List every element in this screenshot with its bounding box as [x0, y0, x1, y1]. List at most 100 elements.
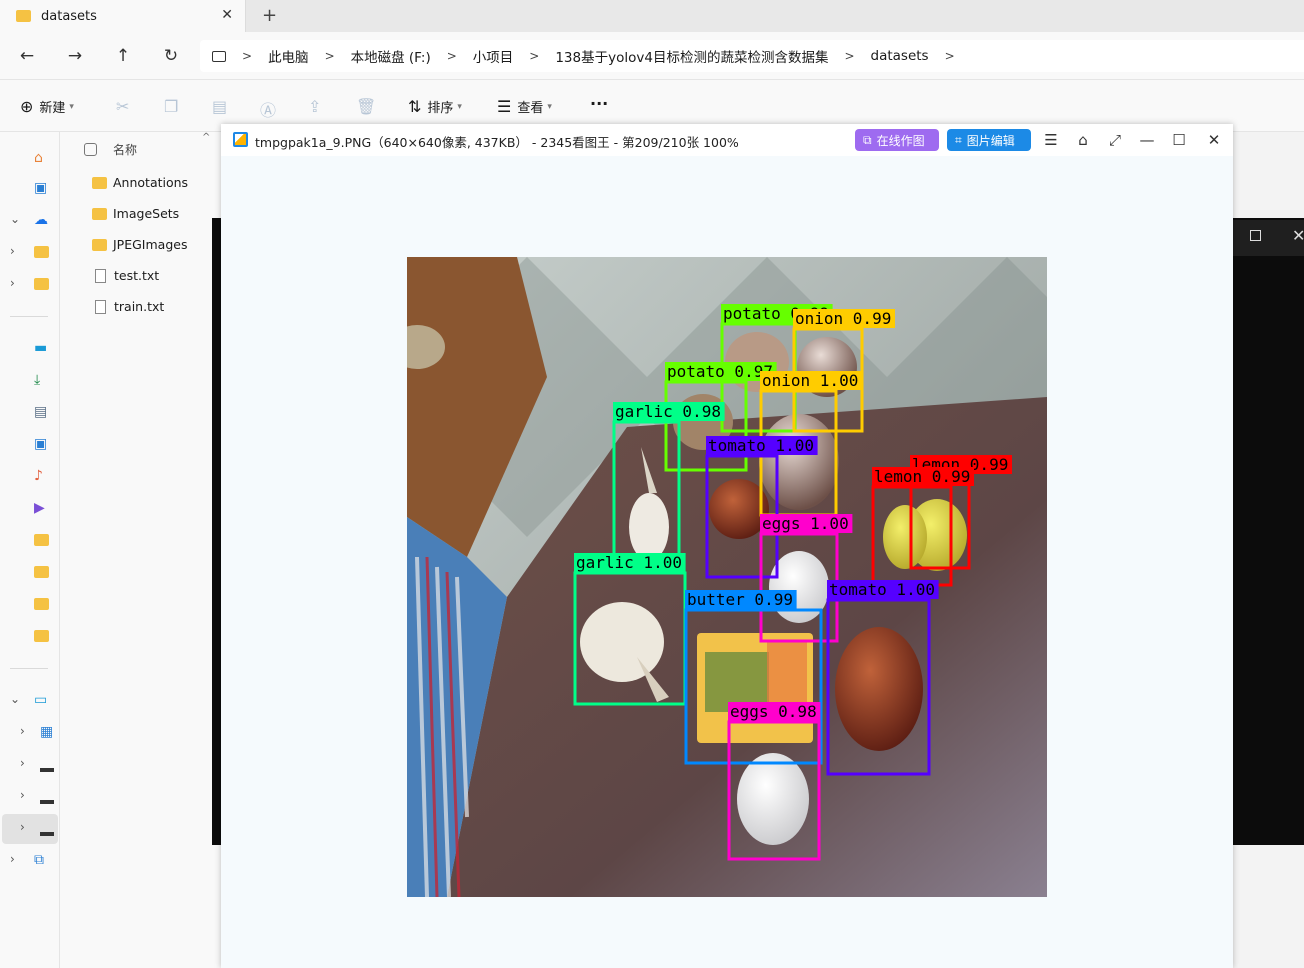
new-button[interactable]: ⊕ 新建 ▾ — [20, 97, 74, 116]
select-all-checkbox[interactable] — [84, 143, 97, 156]
chevron-right-icon[interactable]: > — [945, 49, 955, 63]
breadcrumb-drive-f[interactable]: 本地磁盘 (F:) — [351, 46, 431, 66]
drive-icon[interactable] — [40, 760, 56, 776]
back-arrow-icon[interactable]: ← — [16, 45, 38, 67]
detection-image[interactable]: potato 0.99 onion 0.99 potato 0.97 onion 1.… — [407, 257, 1047, 897]
detection-label: onion 0.99 — [795, 309, 891, 328]
monitor-icon — [212, 50, 226, 62]
text-file-icon — [95, 268, 106, 283]
skin-icon[interactable]: ⌂ — [1073, 130, 1093, 150]
view-label: 查看 — [517, 101, 544, 116]
text-file-icon — [95, 299, 106, 314]
chevron-right-icon[interactable]: › — [20, 788, 25, 802]
maximize-icon[interactable]: ☐ — [1169, 130, 1189, 150]
close-icon[interactable]: ✕ — [1204, 130, 1224, 150]
delete-button[interactable]: 🗑 — [356, 97, 382, 116]
rename-button[interactable]: Ⓐ — [260, 97, 282, 121]
breadcrumb-datasets[interactable]: datasets — [871, 48, 929, 64]
list-item[interactable]: JPEGImages — [92, 237, 187, 252]
butter-box — [697, 633, 813, 743]
chevron-right-icon[interactable]: › — [10, 244, 15, 258]
garlic — [580, 602, 664, 682]
viewer-title: tmpgpak1a_9.PNG（640×640像素, 437KB） - 2345… — [255, 135, 739, 150]
detection-label: garlic 1.00 — [576, 553, 682, 572]
desktop-icon[interactable]: ▬ — [34, 340, 50, 356]
gallery-icon[interactable]: ▣ — [34, 180, 50, 196]
breadcrumb-project[interactable]: 138基于yolov4目标检测的蔬菜检测含数据集 — [555, 46, 828, 66]
cut-button[interactable]: ✂ — [116, 97, 135, 116]
network-icon[interactable]: ⧉ — [34, 852, 50, 868]
sort-icon: ⇅ — [408, 97, 422, 116]
close-icon[interactable]: ✕ — [1292, 226, 1304, 245]
folder-icon[interactable] — [34, 246, 50, 262]
trash-icon: 🗑 — [356, 97, 377, 116]
name-column-header[interactable]: 名称 — [84, 141, 137, 158]
list-item[interactable]: Annotations — [92, 175, 188, 190]
chevron-right-icon: > — [324, 49, 335, 63]
documents-icon[interactable]: ▤ — [34, 404, 50, 420]
music-icon[interactable]: ♪ — [34, 468, 50, 484]
chevron-right-icon[interactable]: › — [20, 756, 25, 770]
menu-icon[interactable]: ☰ — [1041, 130, 1061, 150]
this-pc-icon[interactable]: ▭ — [34, 692, 50, 708]
up-arrow-icon[interactable]: ↑ — [112, 45, 134, 67]
pictures-icon[interactable]: ▣ — [34, 436, 50, 452]
forward-arrow-icon[interactable]: → — [64, 45, 86, 67]
more-options-button[interactable]: ··· — [590, 94, 608, 113]
refresh-icon[interactable]: ↻ — [160, 45, 182, 67]
chevron-right-icon: > — [242, 49, 253, 63]
folder-icon[interactable] — [34, 278, 50, 294]
share-button[interactable]: ⇪ — [308, 97, 327, 116]
minimize-icon[interactable]: — — [1137, 130, 1157, 150]
system-drive-icon[interactable]: ▦ — [40, 724, 56, 740]
sort-caret-icon: ^ — [202, 132, 211, 143]
chevron-down-icon[interactable]: ⌄ — [10, 692, 20, 706]
folder-icon[interactable] — [34, 598, 50, 614]
breadcrumb[interactable]: > 此电脑 > 本地磁盘 (F:) > 小项目 > 138基于yolov4目标检… — [200, 40, 1304, 72]
drive-icon[interactable] — [40, 792, 56, 808]
chevron-right-icon[interactable]: › — [10, 276, 15, 290]
paste-button[interactable]: ▤ — [212, 97, 233, 116]
file-name: JPEGImages — [113, 237, 188, 252]
view-button[interactable]: ☰ 查看 ▾ — [497, 97, 552, 116]
drive-icon[interactable] — [40, 824, 56, 840]
tab-datasets[interactable]: datasets ✕ — [0, 0, 246, 32]
file-list: ^ 名称 Annotations ImageSets JPEGImages te… — [60, 132, 230, 968]
breadcrumb-small-projects[interactable]: 小项目 — [473, 46, 514, 66]
fullscreen-icon[interactable]: ⤢ — [1105, 130, 1125, 150]
videos-icon[interactable]: ▶ — [34, 500, 50, 516]
detection-label: tomato 1.00 — [708, 436, 814, 455]
copy-icon: ❐ — [164, 97, 179, 116]
chevron-right-icon[interactable]: › — [20, 724, 25, 738]
onedrive-icon[interactable]: ☁ — [34, 212, 50, 228]
detection-label: eggs 0.98 — [730, 702, 817, 721]
image-edit-button[interactable]: ⌗ 图片编辑 — [947, 129, 1031, 151]
copy-button[interactable]: ❐ — [164, 97, 184, 116]
maximize-icon[interactable] — [1250, 230, 1261, 241]
file-name: test.txt — [114, 268, 160, 283]
chevron-right-icon[interactable]: › — [20, 820, 25, 834]
home-icon[interactable]: ⌂ — [34, 150, 50, 166]
folder-icon[interactable] — [34, 630, 50, 646]
terminal-title-controls: ✕ — [1230, 220, 1304, 256]
download-icon[interactable]: ⤓ — [34, 372, 50, 388]
new-tab-icon[interactable]: + — [262, 5, 277, 26]
onion — [759, 414, 839, 510]
chevron-down-icon: ▾ — [547, 101, 552, 112]
sort-button[interactable]: ⇅ 排序 ▾ — [408, 97, 462, 116]
list-item[interactable]: train.txt — [95, 299, 164, 314]
close-tab-icon[interactable]: ✕ — [221, 7, 233, 23]
folder-icon[interactable] — [34, 566, 50, 582]
list-item[interactable]: ImageSets — [92, 206, 179, 221]
breadcrumb-this-pc[interactable]: 此电脑 — [268, 46, 309, 66]
chevron-down-icon[interactable]: ⌄ — [10, 212, 20, 226]
plus-circle-icon: ⊕ — [20, 97, 34, 116]
viewer-title-bar: tmpgpak1a_9.PNG（640×640像素, 437KB） - 2345… — [221, 124, 1233, 156]
chevron-right-icon[interactable]: › — [10, 852, 15, 866]
online-edit-button[interactable]: ⧉ 在线作图 — [855, 129, 939, 151]
list-item[interactable]: test.txt — [95, 268, 159, 283]
folder-icon[interactable] — [34, 534, 50, 550]
share-icon: ⇪ — [308, 97, 322, 116]
online-edit-icon: ⧉ — [863, 132, 872, 147]
app-logo-icon — [233, 132, 248, 147]
